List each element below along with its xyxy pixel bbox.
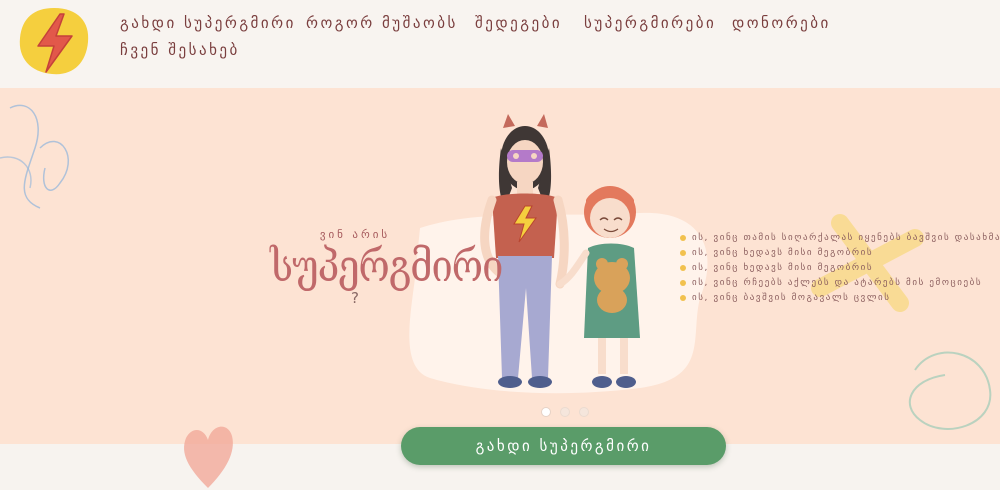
slider-dot-1[interactable] [541,407,551,417]
slider-dot-2[interactable] [560,407,571,417]
who-title: სუპერგმირი [270,240,503,292]
site-header: გახდი სუპერგმირი როგორ მუშაობს შედეგები … [0,0,1000,88]
decorative-heart [184,426,233,488]
slider-dot-3[interactable] [579,407,590,417]
nav-item-how-it-works[interactable]: როგორ მუშაობს [306,14,458,32]
list-item: ის, ვინც რჩეებს აქლებს და ატარებს მის ემ… [680,276,981,291]
nav-item-donors[interactable]: დონორები [732,14,831,32]
nav-item-about-us[interactable]: ჩვენ შესახებ [120,41,240,59]
list-item: ის, ვინც ხედავს მისი მეგობრის [680,261,980,276]
decorative-scribble-bottom [908,351,992,430]
list-item: ის, ვინც თამის სიღარ​ქალას იყენებს ბავშვ… [680,231,1000,246]
nav-item-become-superhero[interactable]: გახდი სუპერგმირი [120,14,296,32]
slider-pagination [541,402,593,421]
who-is-superhero-block: ვინ არის სუპერგმირი ? [270,228,503,307]
nav-item-superheroes[interactable]: სუპერგმირები [584,14,716,32]
logo-lightning-bolt-icon[interactable] [16,6,92,78]
become-superhero-button[interactable]: გახდი სუპერგმირი [401,427,726,465]
hero-slider: ვინ არის სუპერგმირი ? ის, ვინც თამის სიღ… [0,88,1000,444]
superhero-traits-list: ის, ვინც თამის სიღარ​ქალას იყენებს ბავშვ… [680,231,1000,306]
nav-item-results[interactable]: შედეგები [475,14,562,32]
page: გახდი სუპერგმირი როგორ მუშაობს შედეგები … [0,0,1000,490]
list-item: ის, ვინც ბავშვის მოგავალს ცვლის [680,291,980,306]
list-item: ის, ვინც ხედავს მისი მეგობრის [680,246,980,261]
